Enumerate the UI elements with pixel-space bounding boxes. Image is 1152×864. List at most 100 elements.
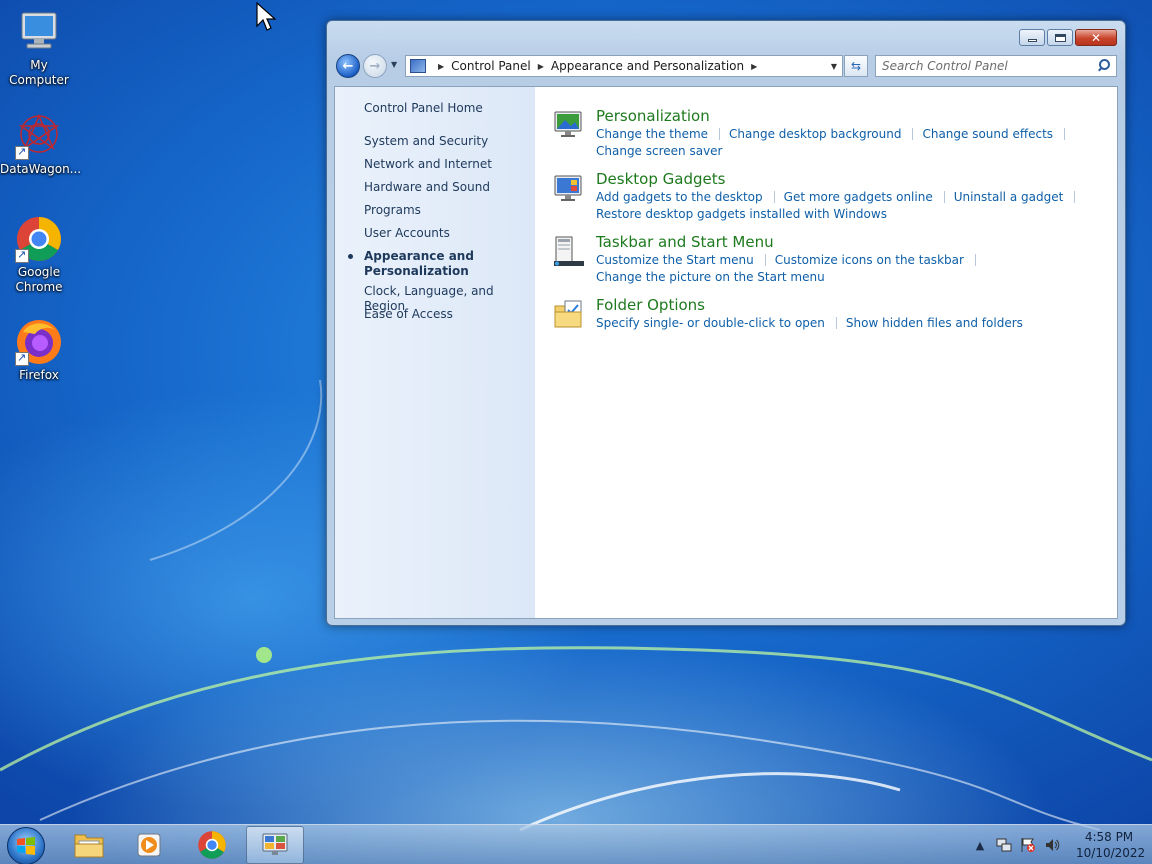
action-center-flag-icon[interactable] bbox=[1020, 837, 1036, 853]
taskbar-chrome-button[interactable] bbox=[183, 826, 241, 864]
desktop-icon-chrome[interactable]: Google Chrome bbox=[0, 215, 78, 295]
address-bar[interactable]: ▶ Control Panel ▶ Appearance and Persona… bbox=[405, 55, 843, 77]
taskbar-icon bbox=[553, 235, 585, 267]
category-title[interactable]: Taskbar and Start Menu bbox=[596, 233, 774, 251]
taskbar-media-player-button[interactable] bbox=[120, 826, 178, 864]
chrome-icon bbox=[15, 215, 63, 263]
sidebar-item-system-security[interactable]: System and Security bbox=[364, 134, 488, 149]
forward-button[interactable]: → bbox=[363, 54, 387, 78]
left-navigation-pane: Control Panel Home System and Security N… bbox=[335, 87, 535, 618]
category-title[interactable]: Personalization bbox=[596, 107, 710, 125]
search-input[interactable] bbox=[876, 59, 1095, 73]
close-icon: ✕ bbox=[1090, 30, 1102, 45]
minimize-button[interactable] bbox=[1019, 29, 1045, 46]
clock-date: 10/10/2022 bbox=[1076, 846, 1146, 860]
navigation-bar: ← → ▼ ▶ Control Panel ▶ Appearance and P… bbox=[335, 54, 1117, 78]
desktop-icon-datawagon[interactable]: DataWagon... bbox=[0, 112, 82, 177]
category-links: Change the theme Change desktop backgroun… bbox=[596, 126, 1136, 160]
refresh-button[interactable]: ⇆ bbox=[844, 55, 868, 77]
personalization-icon bbox=[553, 109, 585, 141]
control-panel-home-link[interactable]: Control Panel Home bbox=[364, 101, 483, 116]
link-separator bbox=[764, 254, 766, 266]
close-button[interactable]: ✕ bbox=[1075, 29, 1117, 46]
sidebar-item-ease-of-access[interactable]: Ease of Access bbox=[364, 307, 453, 322]
windows-logo-icon bbox=[17, 837, 35, 855]
maximize-button[interactable] bbox=[1047, 29, 1073, 46]
change-sound-effects-link[interactable]: Change sound effects bbox=[922, 127, 1053, 141]
category-links: Customize the Start menu Customize icons … bbox=[596, 252, 1136, 286]
uninstall-gadget-link[interactable]: Uninstall a gadget bbox=[954, 190, 1064, 204]
desktop-icon-label: DataWagon... bbox=[0, 162, 82, 176]
maximize-icon bbox=[1054, 33, 1066, 42]
back-button[interactable]: ← bbox=[336, 54, 360, 78]
taskbar-clock[interactable]: 4:58 PM 10/10/2022 bbox=[1076, 829, 1146, 861]
sidebar-item-appearance-personalization[interactable]: Appearance and Personalization bbox=[364, 249, 484, 279]
add-gadgets-link[interactable]: Add gadgets to the desktop bbox=[596, 190, 763, 204]
shortcut-arrow-icon bbox=[15, 247, 29, 263]
link-separator bbox=[1074, 191, 1076, 203]
show-hidden-icons-button[interactable]: ▲ bbox=[972, 837, 988, 853]
category-title[interactable]: Desktop Gadgets bbox=[596, 170, 725, 188]
firefox-icon bbox=[15, 318, 63, 366]
chevron-right-icon[interactable]: ▶ bbox=[538, 62, 544, 71]
chrome-icon bbox=[198, 831, 226, 859]
breadcrumb-control-panel[interactable]: Control Panel bbox=[451, 59, 531, 73]
control-panel-icon bbox=[262, 833, 288, 855]
desktop-icon-label: Google Chrome bbox=[15, 265, 63, 294]
shortcut-arrow-icon bbox=[15, 144, 29, 160]
forward-arrow-icon: → bbox=[369, 58, 381, 74]
single-double-click-link[interactable]: Specify single- or double-click to open bbox=[596, 316, 825, 330]
link-separator bbox=[912, 128, 914, 140]
media-player-icon bbox=[137, 833, 161, 857]
taskbar-control-panel-button[interactable] bbox=[246, 826, 304, 864]
datawagon-icon bbox=[15, 112, 63, 160]
sidebar-item-user-accounts[interactable]: User Accounts bbox=[364, 226, 450, 241]
link-separator bbox=[943, 191, 945, 203]
recent-pages-dropdown[interactable]: ▼ bbox=[391, 60, 397, 69]
gadgets-icon bbox=[553, 172, 585, 204]
search-box bbox=[875, 55, 1117, 77]
desktop-icon-firefox[interactable]: Firefox bbox=[0, 318, 78, 383]
start-button[interactable] bbox=[7, 827, 45, 864]
current-item-bullet bbox=[348, 254, 353, 259]
link-separator bbox=[974, 254, 976, 266]
content-area: Control Panel Home System and Security N… bbox=[334, 86, 1118, 619]
minimize-icon bbox=[1027, 39, 1037, 42]
mouse-cursor-icon bbox=[256, 2, 276, 31]
chevron-right-icon[interactable]: ▶ bbox=[438, 62, 444, 71]
category-title[interactable]: Folder Options bbox=[596, 296, 705, 314]
refresh-icon: ⇆ bbox=[850, 59, 862, 73]
search-icon[interactable] bbox=[1095, 58, 1111, 74]
taskbar: ▲ 4:58 PM 10/10/2022 bbox=[0, 824, 1152, 864]
desktop-icon-my-computer[interactable]: My Computer bbox=[0, 8, 78, 88]
get-more-gadgets-link[interactable]: Get more gadgets online bbox=[784, 190, 933, 204]
sidebar-item-network-internet[interactable]: Network and Internet bbox=[364, 157, 492, 172]
address-dropdown-icon[interactable]: ▼ bbox=[831, 62, 837, 71]
restore-gadgets-link[interactable]: Restore desktop gadgets installed with W… bbox=[596, 207, 887, 221]
category-links: Add gadgets to the desktop Get more gadge… bbox=[596, 189, 1136, 223]
desktop-icon-label: Firefox bbox=[19, 368, 59, 382]
folder-options-icon bbox=[553, 298, 585, 330]
link-separator bbox=[773, 191, 775, 203]
control-panel-window: ✕ ← → ▼ ▶ Control Panel ▶ Appearance and… bbox=[326, 20, 1126, 626]
system-tray: ▲ 4:58 PM 10/10/2022 bbox=[968, 825, 1146, 864]
network-icon[interactable] bbox=[996, 837, 1012, 853]
show-hidden-files-link[interactable]: Show hidden files and folders bbox=[846, 316, 1023, 330]
change-theme-link[interactable]: Change the theme bbox=[596, 127, 708, 141]
sidebar-item-programs[interactable]: Programs bbox=[364, 203, 421, 218]
customize-taskbar-icons-link[interactable]: Customize icons on the taskbar bbox=[775, 253, 964, 267]
category-links: Specify single- or double-click to open S… bbox=[596, 315, 1136, 332]
change-screen-saver-link[interactable]: Change screen saver bbox=[596, 144, 723, 158]
customize-start-menu-link[interactable]: Customize the Start menu bbox=[596, 253, 754, 267]
clock-time: 4:58 PM bbox=[1084, 830, 1134, 844]
sidebar-item-hardware-sound[interactable]: Hardware and Sound bbox=[364, 180, 490, 195]
change-start-menu-picture-link[interactable]: Change the picture on the Start menu bbox=[596, 270, 825, 284]
taskbar-explorer-button[interactable] bbox=[60, 826, 118, 864]
link-separator bbox=[1064, 128, 1066, 140]
back-arrow-icon: ← bbox=[342, 58, 354, 74]
chevron-right-icon[interactable]: ▶ bbox=[751, 62, 757, 71]
change-desktop-background-link[interactable]: Change desktop background bbox=[729, 127, 901, 141]
breadcrumb-appearance[interactable]: Appearance and Personalization bbox=[551, 59, 744, 73]
desktop-icon-label: My Computer bbox=[9, 58, 69, 87]
volume-icon[interactable] bbox=[1044, 837, 1060, 853]
